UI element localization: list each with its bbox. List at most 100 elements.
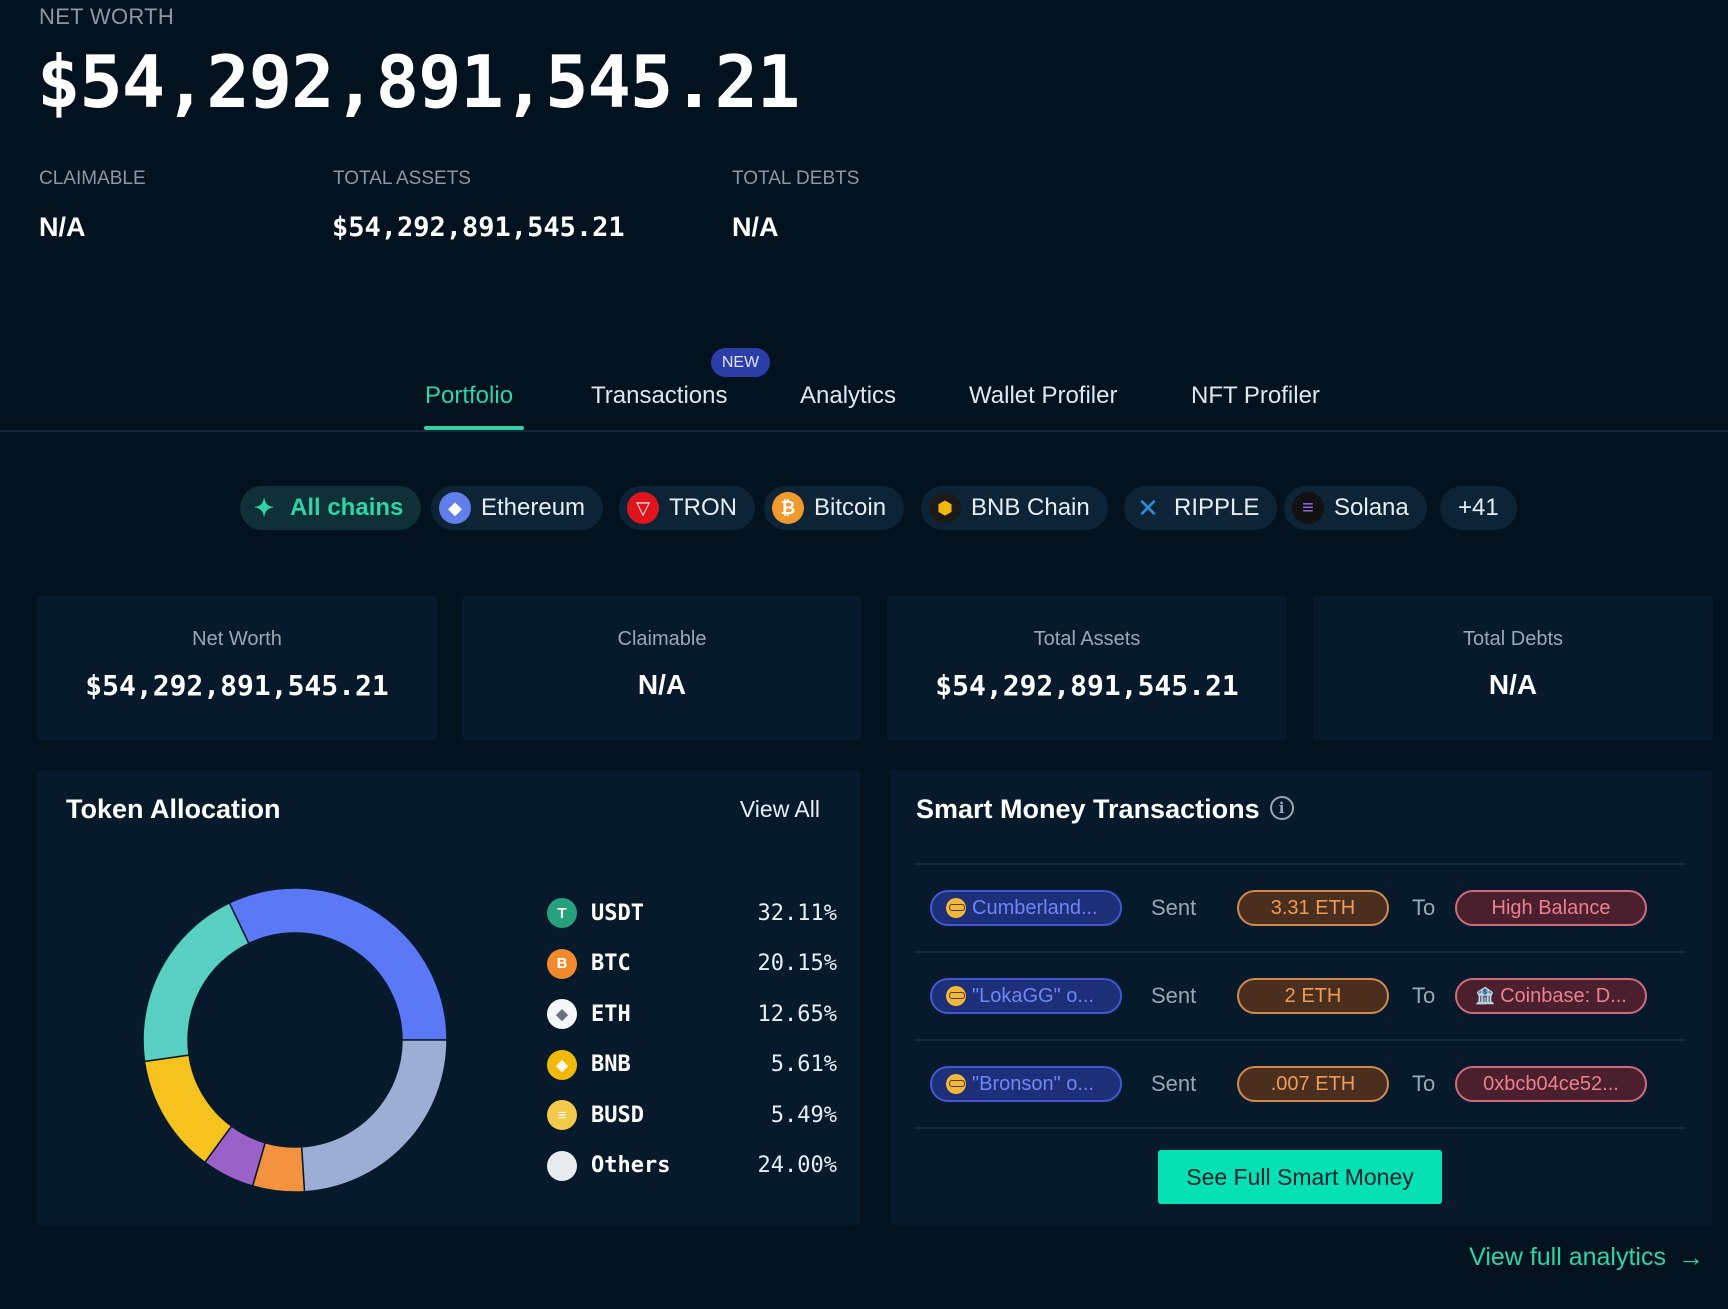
busd-icon: ≡ [547, 1100, 577, 1130]
tab-analytics[interactable]: Analytics [800, 382, 896, 410]
total-debts-label: TOTAL DEBTS [732, 168, 860, 189]
sender-pill[interactable]: "Bronson" o... [930, 1066, 1122, 1102]
stat-card-claimable: Claimable N/A [462, 596, 862, 740]
token-allocation-donut [142, 887, 448, 1193]
bnb-icon: ◈ [547, 1049, 577, 1080]
sender-label: "Bronson" o... [972, 1072, 1095, 1095]
nerd-face-icon [946, 898, 966, 918]
net-worth-label: NET WORTH [39, 4, 175, 29]
legend-item-eth: ◆ ETH 12.65% [547, 996, 837, 1032]
stat-label: Claimable [617, 628, 707, 650]
chain-label: RIPPLE [1174, 494, 1260, 521]
sent-label: Sent [1151, 983, 1197, 1008]
recipient-pill[interactable]: High Balance [1455, 890, 1647, 926]
legend-item-btc: B BTC 20.15% [547, 946, 837, 982]
amount-pill: .007 ETH [1237, 1066, 1389, 1102]
legend-symbol: BNB [591, 1052, 631, 1077]
stat-value: $54,292,891,545.21 [935, 669, 1239, 702]
tab-transactions[interactable]: Transactions [591, 382, 728, 410]
sender-label: "LokaGG" o... [972, 984, 1095, 1007]
smart-money-row: "LokaGG" o... Sent 2 ETH To 🏦 Coinbase: D… [915, 953, 1685, 1039]
total-assets-value: $54,292,891,545.21 [332, 212, 625, 243]
divider [915, 1127, 1685, 1129]
tab-wallet-profiler[interactable]: Wallet Profiler [969, 382, 1117, 410]
legend-item-others: Others 24.00% [547, 1148, 837, 1184]
bitcoin-icon: ₿ [772, 492, 804, 524]
smart-money-row: Cumberland... Sent 3.31 ETH To High Bala… [915, 865, 1685, 951]
see-full-smart-money-button[interactable]: See Full Smart Money [1158, 1150, 1442, 1204]
usdt-icon: T [547, 898, 577, 928]
sent-label: Sent [1151, 1071, 1197, 1096]
stat-label: Total Debts [1462, 628, 1564, 650]
info-icon[interactable]: i [1269, 795, 1294, 820]
chain-tron[interactable]: ▽ TRON [619, 486, 755, 530]
more-chains-button[interactable]: +41 [1440, 486, 1517, 530]
stat-card-net-worth: Net Worth $54,292,891,545.21 [37, 596, 437, 740]
solana-icon: ≡ [1292, 492, 1324, 524]
chain-all-chains[interactable]: ✦ All chains [240, 486, 422, 530]
view-all-link[interactable]: View All [740, 796, 820, 823]
nerd-face-icon [946, 1074, 966, 1094]
donut-slice-usdt[interactable] [228, 887, 448, 1041]
legend-symbol: BUSD [591, 1102, 644, 1128]
to-label: To [1412, 895, 1436, 920]
eth-icon: ◆ [547, 999, 577, 1029]
sparkle-icon: ✦ [253, 494, 275, 522]
nerd-face-icon [946, 986, 966, 1006]
view-full-analytics-link[interactable]: View full analytics → [1469, 1242, 1704, 1273]
chain-solana[interactable]: ≡ Solana [1284, 486, 1427, 530]
new-badge: NEW [711, 348, 770, 377]
smart-money-title-text: Smart Money Transactions [916, 794, 1260, 824]
legend-item-bnb: ◈ BNB 5.61% [547, 1047, 837, 1083]
total-assets-label: TOTAL ASSETS [333, 168, 471, 189]
sent-label: Sent [1151, 895, 1197, 920]
sender-label: Cumberland... [972, 896, 1098, 919]
chain-bnb-chain[interactable]: ⬢ BNB Chain [921, 486, 1108, 530]
legend-item-busd: ≡ BUSD 5.49% [547, 1097, 837, 1133]
smart-money-row: "Bronson" o... Sent .007 ETH To 0xbcb04c… [915, 1041, 1685, 1127]
tab-bar: Portfolio Transactions NEW Analytics Wal… [0, 340, 1728, 432]
stat-label: Net Worth [192, 628, 282, 650]
stat-value: $54,292,891,545.21 [85, 669, 389, 702]
bank-icon: 🏦 [1475, 988, 1496, 1005]
tron-icon: ▽ [627, 492, 659, 524]
bnb-chain-icon: ⬢ [929, 492, 961, 524]
active-tab-indicator [424, 426, 524, 430]
chain-filter: ✦ All chains ◆ Ethereum ▽ TRON ₿ Bitcoin… [0, 486, 1728, 532]
smart-money-panel: Smart Money Transactions i Cumberland... … [890, 770, 1712, 1225]
legend-percent: 5.61% [770, 1052, 837, 1077]
legend-symbol: ETH [591, 1001, 631, 1027]
chain-ethereum[interactable]: ◆ Ethereum [431, 486, 604, 530]
total-debts-value: N/A [732, 212, 779, 242]
others-icon [547, 1150, 577, 1181]
to-label: To [1412, 1071, 1436, 1096]
chain-label: TRON [669, 494, 737, 521]
legend-symbol: Others [591, 1153, 671, 1178]
view-full-analytics-label: View full analytics [1469, 1243, 1666, 1271]
chain-ripple[interactable]: ✕ RIPPLE [1124, 486, 1278, 530]
tab-portfolio[interactable]: Portfolio [425, 382, 513, 410]
recipient-label: Coinbase: D... [1500, 984, 1627, 1007]
ripple-icon: ✕ [1137, 492, 1159, 523]
donut-slice-btc[interactable] [142, 901, 250, 1063]
stat-value: N/A [637, 669, 687, 700]
ethereum-icon: ◆ [439, 492, 471, 524]
smart-money-title: Smart Money Transactions i [916, 794, 1294, 825]
stat-label: Total Assets [1033, 628, 1141, 650]
sender-pill[interactable]: Cumberland... [930, 890, 1122, 926]
claimable-label: CLAIMABLE [39, 168, 146, 189]
chain-bitcoin[interactable]: ₿ Bitcoin [764, 486, 905, 530]
sender-pill[interactable]: "LokaGG" o... [930, 978, 1122, 1014]
btc-icon: B [547, 948, 577, 979]
chain-label: Solana [1334, 494, 1409, 521]
recipient-pill[interactable]: 🏦 Coinbase: D... [1455, 978, 1647, 1014]
legend-symbol: BTC [591, 951, 631, 976]
donut-slice-others[interactable] [300, 1039, 448, 1193]
legend-item-usdt: T USDT 32.11% [547, 895, 837, 931]
recipient-pill[interactable]: 0xbcb04ce52... [1455, 1066, 1647, 1102]
tab-nft-profiler[interactable]: NFT Profiler [1191, 382, 1320, 410]
token-allocation-title: Token Allocation [66, 794, 281, 824]
stat-card-total-debts: Total Debts N/A [1313, 596, 1713, 740]
stat-value: N/A [1488, 669, 1538, 700]
legend-percent: 12.65% [757, 1001, 837, 1027]
